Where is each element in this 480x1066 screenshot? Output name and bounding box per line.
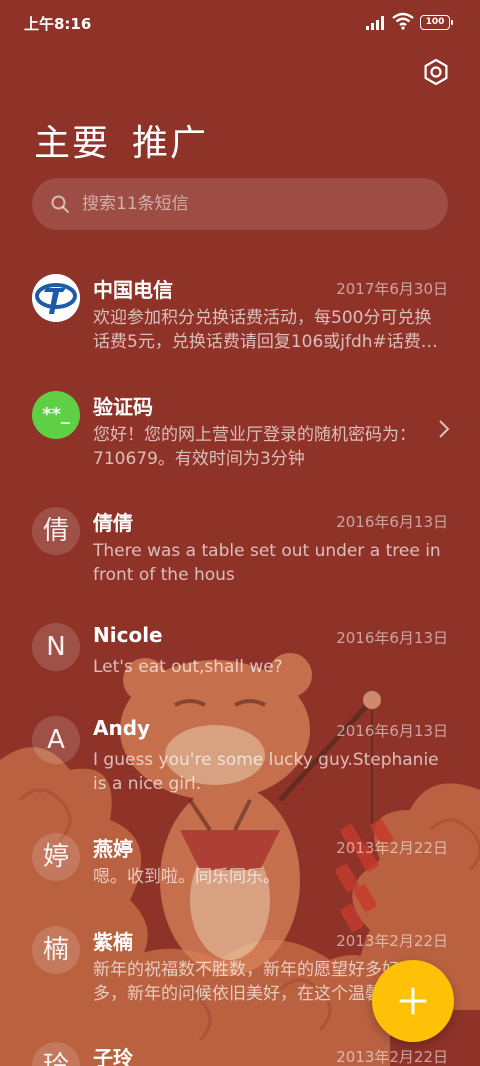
conversation-name: 验证码 [93, 395, 153, 419]
chevron-right-icon [439, 420, 450, 438]
contact-avatar: 楠 [32, 926, 80, 974]
conversation-date: 2016年6月13日 [336, 629, 448, 647]
conversation-preview: I guess you're some lucky guy.Stephanie … [93, 750, 439, 794]
battery-indicator: 100 [420, 15, 453, 30]
verification-code-avatar: **_ [32, 391, 80, 439]
conversation-date: 2013年2月22日 [336, 932, 448, 950]
china-telecom-logo-avatar [32, 274, 80, 322]
compose-button[interactable] [372, 960, 454, 1042]
conversation-preview: 您好！您的网上营业厅登录的随机密码为：710679。有效时间为3分钟 [93, 425, 416, 469]
wifi-icon [392, 12, 414, 30]
settings-button[interactable] [420, 56, 452, 88]
plus-icon [399, 987, 427, 1015]
conversation-date: 2013年2月22日 [336, 1048, 448, 1066]
contact-avatar: A [32, 716, 80, 764]
conversation-name: 中国电信 [93, 278, 173, 302]
conversation-date: 2016年6月13日 [336, 513, 448, 531]
conversation-name: 燕婷 [93, 837, 133, 861]
conversation-name: 倩倩 [93, 511, 133, 535]
conversation-date: 2013年2月22日 [336, 839, 448, 857]
conversation-name: Nicole [93, 623, 163, 647]
contact-avatar: 倩 [32, 507, 80, 555]
search-bar[interactable] [32, 178, 448, 230]
search-input[interactable] [82, 178, 422, 230]
signal-icon [366, 16, 384, 30]
china-telecom-logo-icon [32, 274, 80, 322]
tab-primary[interactable]: 主要 [34, 114, 110, 166]
contact-avatar: 婷 [32, 833, 80, 881]
tab-promotions[interactable]: 推广 [132, 114, 208, 166]
conversation-name: 紫楠 [93, 930, 133, 954]
contact-avatar: N [32, 623, 80, 671]
conversation-name: 子玲 [93, 1046, 133, 1066]
category-tabs: 主要 推广 [34, 114, 208, 166]
conversation-preview: 嗯。收到啦。同乐同乐。 [93, 867, 280, 887]
status-time: 上午8:16 [24, 15, 92, 33]
conversation-date: 2016年6月13日 [336, 722, 448, 740]
conversation-preview: 新年的祝福数不胜数，新年的愿望好多好多，新年的问候依旧美好，在这个温馨的 [93, 960, 399, 1004]
conversation-preview: There was a table set out under a tree i… [93, 541, 441, 585]
search-icon [51, 195, 69, 213]
conversation-preview: Let's eat out,shall we? [93, 657, 283, 677]
gear-icon [424, 58, 448, 86]
conversation-preview: 欢迎参加积分兑换话费活动，每500分可兑换话费5元，兑换话费请回复106或jfd… [93, 308, 438, 352]
contact-avatar: 玲 [32, 1042, 80, 1066]
status-bar: 上午8:16 100 [0, 0, 480, 46]
conversation-date: 2017年6月30日 [336, 280, 448, 298]
conversation-name: Andy [93, 716, 151, 740]
